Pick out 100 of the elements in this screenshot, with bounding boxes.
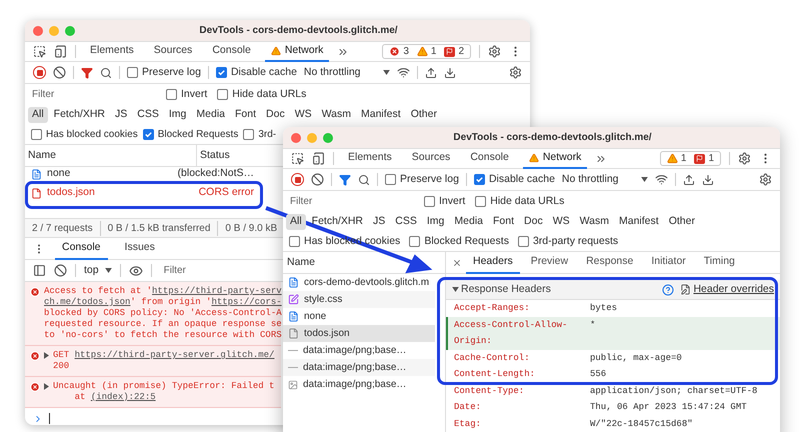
filter-icon[interactable] — [81, 66, 93, 78]
type-filter-chip[interactable]: Font — [231, 107, 260, 123]
type-filter-chip[interactable]: JS — [369, 214, 390, 230]
throttling-dropdown[interactable]: No throttling — [304, 64, 390, 80]
type-filter-chip[interactable]: Media — [450, 214, 488, 230]
checkbox[interactable] — [385, 174, 396, 185]
type-filter-chip[interactable]: All — [286, 214, 306, 230]
checkbox[interactable] — [127, 67, 138, 78]
panel-tab[interactable]: Console — [206, 42, 257, 62]
type-filter-chip[interactable]: Media — [192, 107, 230, 123]
type-filter-chip[interactable]: Other — [664, 214, 699, 230]
eye-icon[interactable] — [128, 264, 143, 278]
search-icon[interactable] — [100, 66, 112, 78]
column-header[interactable]: Name — [25, 145, 197, 166]
checkbox[interactable] — [216, 67, 227, 78]
request-row[interactable]: todos.json — [283, 325, 435, 342]
help-icon[interactable] — [662, 284, 674, 296]
expand-arrow-icon[interactable] — [44, 352, 49, 359]
checkbox[interactable] — [142, 129, 154, 140]
panel-tab[interactable]: Sources — [406, 148, 456, 168]
record-button[interactable] — [33, 66, 46, 79]
panel-tab[interactable]: Sources — [148, 42, 198, 62]
checkbox[interactable] — [31, 129, 42, 140]
checkbox[interactable] — [289, 236, 300, 247]
clear-icon[interactable] — [53, 66, 66, 79]
export-icon[interactable] — [444, 66, 456, 78]
checkbox[interactable] — [475, 196, 486, 207]
request-row[interactable]: style.css — [283, 291, 435, 308]
checkbox[interactable] — [474, 174, 485, 185]
type-filter-chip[interactable]: Doc — [520, 214, 547, 230]
panel-tab[interactable]: Console — [464, 148, 515, 168]
settings-icon[interactable] — [759, 173, 772, 186]
request-row[interactable]: data:image/png;base… — [283, 359, 435, 376]
request-row[interactable]: none (blocked:NotS… — [25, 167, 257, 181]
checkbox[interactable] — [217, 89, 228, 100]
detail-tab[interactable]: Timing — [696, 252, 742, 274]
request-row[interactable]: todos.json CORS error — [25, 181, 257, 205]
panel-tab[interactable]: Network — [522, 148, 588, 168]
type-filter-chip[interactable]: WS — [548, 214, 574, 230]
link[interactable]: https://third-party-server.glitch.me/ — [74, 350, 274, 361]
export-icon[interactable] — [702, 174, 714, 186]
type-filter-chip[interactable]: Img — [422, 214, 448, 230]
panel-tab[interactable]: Elements — [84, 42, 140, 62]
detail-tab[interactable]: Preview — [524, 252, 576, 274]
import-icon[interactable] — [424, 66, 437, 78]
drawer-tab[interactable]: Issues — [118, 238, 162, 260]
type-filter-chip[interactable]: CSS — [133, 107, 163, 123]
panel-tab[interactable]: Elements — [342, 148, 398, 168]
device-toggle-icon[interactable] — [312, 152, 325, 165]
type-filter-chip[interactable]: Font — [489, 214, 518, 230]
throttling-dropdown[interactable]: No throttling — [562, 172, 648, 188]
close-window-button[interactable] — [291, 132, 301, 142]
type-filter-chip[interactable]: Other — [406, 107, 441, 123]
checkbox[interactable] — [424, 196, 435, 207]
detail-tab[interactable]: Headers — [466, 252, 520, 274]
settings-icon[interactable] — [488, 45, 501, 58]
context-dropdown[interactable]: top — [84, 262, 112, 278]
clear-icon[interactable] — [311, 173, 324, 186]
type-filter-chip[interactable]: Wasm — [318, 107, 355, 123]
link[interactable]: https://cors- — [211, 297, 282, 308]
close-icon[interactable] — [452, 258, 462, 268]
type-filter-chip[interactable]: WS — [290, 107, 316, 123]
settings-icon[interactable] — [509, 66, 522, 79]
header-overrides-link[interactable]: Header overrides — [693, 282, 774, 298]
inspect-icon[interactable] — [33, 45, 46, 58]
counters-button[interactable]: 3 1 2 — [382, 44, 471, 59]
record-button[interactable] — [291, 173, 304, 186]
type-filter-chip[interactable]: JS — [111, 107, 132, 123]
expand-arrow-icon[interactable] — [44, 383, 49, 390]
search-icon[interactable] — [358, 174, 370, 186]
import-icon[interactable] — [682, 174, 695, 186]
clear-icon[interactable] — [54, 264, 67, 277]
filter-icon[interactable] — [339, 174, 351, 186]
link[interactable]: (index):22:5 — [90, 392, 156, 403]
close-window-button[interactable] — [33, 26, 43, 36]
column-header[interactable]: Status — [197, 148, 233, 164]
console-filter-field[interactable]: Filter — [160, 262, 260, 278]
link[interactable]: ch.me/todos.json — [44, 297, 130, 308]
type-filter-chip[interactable]: Img — [164, 107, 190, 123]
type-filter-chip[interactable]: All — [28, 107, 48, 123]
type-filter-chip[interactable]: CSS — [391, 214, 421, 230]
detail-tab[interactable]: Initiator — [644, 252, 693, 274]
counters-button[interactable]: 1 1 — [660, 151, 721, 166]
detail-tab[interactable]: Response — [579, 252, 640, 274]
type-filter-chip[interactable]: Wasm — [576, 214, 613, 230]
type-filter-chip[interactable]: Doc — [262, 107, 289, 123]
device-toggle-icon[interactable] — [54, 45, 67, 58]
link[interactable]: https://third-party-serv — [152, 286, 282, 297]
column-header[interactable]: Name — [287, 254, 316, 270]
panel-tab[interactable]: Network — [264, 42, 330, 62]
sidebar-toggle-icon[interactable] — [33, 264, 46, 277]
type-filter-chip[interactable]: Manifest — [357, 107, 405, 123]
type-filter-chip[interactable]: Fetch/XHR — [308, 214, 368, 230]
section-header[interactable]: Response Headers Header overrides — [446, 280, 780, 300]
drawer-tab[interactable]: Console — [55, 238, 108, 260]
checkbox[interactable] — [166, 89, 177, 100]
checkbox[interactable] — [518, 236, 529, 247]
checkbox[interactable] — [243, 129, 254, 140]
type-filter-chip[interactable]: Manifest — [615, 214, 663, 230]
settings-icon[interactable] — [738, 152, 751, 165]
